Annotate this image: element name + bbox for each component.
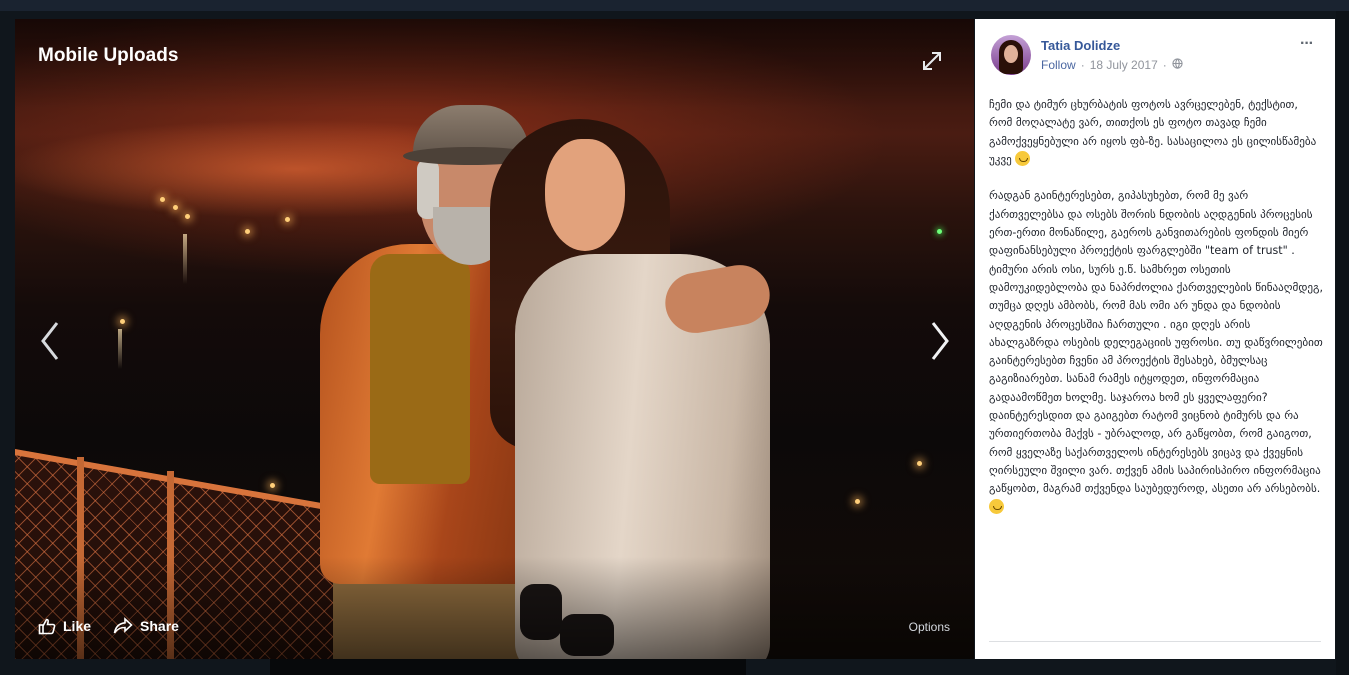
photo-vignette	[15, 19, 974, 659]
top-bar	[0, 0, 1349, 11]
globe-icon	[1172, 58, 1183, 72]
like-icon	[38, 617, 56, 635]
avatar[interactable]	[991, 35, 1031, 75]
like-button[interactable]: Like	[38, 617, 91, 635]
album-title[interactable]: Mobile Uploads	[38, 45, 178, 67]
share-icon	[113, 617, 133, 635]
photo-viewer[interactable]: Mobile Uploads Like Share Options	[15, 19, 974, 659]
meta-separator: ·	[1162, 58, 1167, 72]
smile-emoji	[1015, 150, 1031, 166]
bottom-strip	[270, 659, 746, 675]
post-panel: Tatia Dolidze Follow · 18 July 2017 · ··…	[975, 19, 1335, 659]
options-link[interactable]: Options	[909, 620, 950, 634]
panel-divider	[989, 641, 1321, 642]
smile-emoji	[989, 498, 1004, 514]
post-paragraph: ჩემი და ტიმურ ცხურბატის ფოტოს ავრცელებენ…	[989, 98, 1320, 166]
photo-actions: Like Share	[38, 617, 179, 635]
like-label: Like	[63, 618, 92, 634]
post-date[interactable]: 18 July 2017	[1090, 58, 1158, 72]
share-label: Share	[140, 618, 179, 634]
post-text: ჩემი და ტიმურ ცხურბატის ფოტოს ავრცელებენ…	[989, 96, 1323, 517]
window-edge	[1336, 11, 1349, 675]
author-name[interactable]: Tatia Dolidze	[1041, 38, 1120, 53]
expand-icon[interactable]	[920, 49, 944, 73]
follow-link[interactable]: Follow	[1041, 58, 1076, 72]
post-paragraph: რადგან გაინტერესებთ, გიპასუხებთ, რომ მე …	[989, 189, 1327, 496]
more-options-button[interactable]: ···	[1300, 35, 1314, 53]
post-meta: Follow · 18 July 2017 ·	[1041, 58, 1183, 72]
share-button[interactable]: Share	[113, 617, 179, 635]
meta-separator: ·	[1080, 58, 1085, 72]
chevron-left-icon[interactable]	[35, 319, 65, 363]
chevron-right-icon[interactable]	[925, 319, 955, 363]
